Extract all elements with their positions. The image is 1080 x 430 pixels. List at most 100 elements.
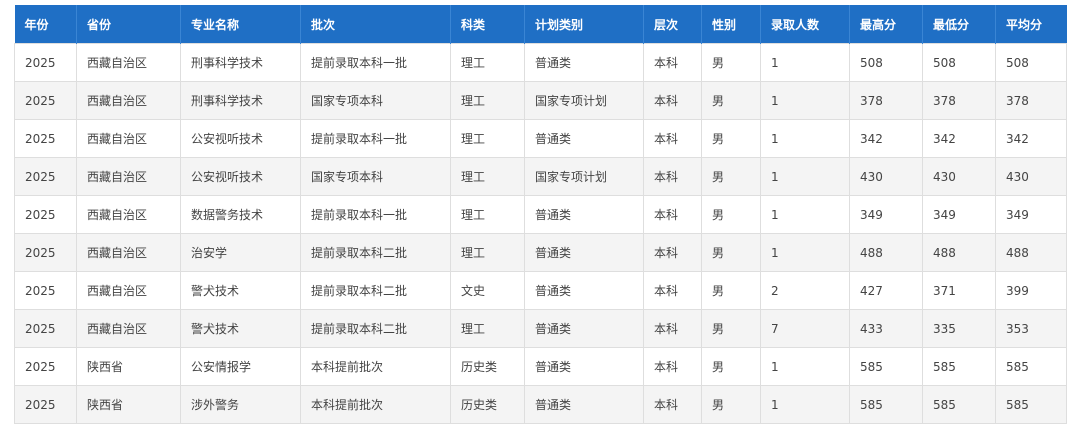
cell-level: 本科	[643, 119, 702, 158]
cell-min-score: 349	[922, 195, 996, 234]
cell-min-score: 342	[922, 119, 996, 158]
cell-level: 本科	[643, 271, 702, 310]
cell-level: 本科	[643, 157, 702, 196]
table-row: 2025 西藏自治区 警犬技术 提前录取本科二批 理工 普通类 本科男 7 433 335 353	[14, 309, 1067, 348]
cell-plan-type: 普通类	[524, 119, 644, 158]
cell-level: 本科	[643, 43, 702, 82]
cell-province: 西藏自治区	[76, 195, 181, 234]
cell-batch: 本科提前批次	[300, 385, 451, 424]
cell-subject-category: 理工	[450, 81, 525, 120]
cell-province: 西藏自治区	[76, 233, 181, 272]
cell-plan-type: 普通类	[524, 385, 644, 424]
cell-gender: 男	[701, 195, 761, 234]
cell-province: 西藏自治区	[76, 81, 181, 120]
cell-avg-score: 353	[995, 309, 1067, 348]
cell-gender: 男	[701, 43, 761, 82]
cell-level: 本科	[643, 309, 702, 348]
cell-batch: 提前录取本科一批	[300, 43, 451, 82]
cell-admitted-count: 1	[760, 157, 850, 196]
header-plan-type[interactable]: 计划类别	[524, 5, 644, 44]
cell-max-score: 585	[849, 385, 923, 424]
cell-year: 2025	[14, 43, 77, 82]
cell-year: 2025	[14, 309, 77, 348]
cell-major: 警犬技术	[180, 271, 301, 310]
cell-level: 本科	[643, 347, 702, 386]
cell-admitted-count: 1	[760, 119, 850, 158]
cell-level: 本科	[643, 233, 702, 272]
cell-year: 2025	[14, 233, 77, 272]
header-batch[interactable]: 批次	[300, 5, 451, 44]
cell-subject-category: 历史类	[450, 347, 525, 386]
cell-max-score: 378	[849, 81, 923, 120]
header-major[interactable]: 专业名称	[180, 5, 301, 44]
cell-year: 2025	[14, 157, 77, 196]
table-row: 2025 西藏自治区 刑事科学技术 国家专项本科 理工 国家专项计划 本科男 1 378 378 3…	[14, 81, 1067, 120]
cell-gender: 男	[701, 271, 761, 310]
header-year[interactable]: 年份	[14, 5, 77, 44]
cell-avg-score: 342	[995, 119, 1067, 158]
cell-plan-type: 普通类	[524, 309, 644, 348]
cell-subject-category: 理工	[450, 233, 525, 272]
cell-avg-score: 430	[995, 157, 1067, 196]
cell-min-score: 488	[922, 233, 996, 272]
cell-max-score: 585	[849, 347, 923, 386]
cell-major: 刑事科学技术	[180, 81, 301, 120]
cell-year: 2025	[14, 347, 77, 386]
cell-year: 2025	[14, 195, 77, 234]
cell-admitted-count: 1	[760, 347, 850, 386]
cell-major: 警犬技术	[180, 309, 301, 348]
cell-level: 本科	[643, 81, 702, 120]
cell-subject-category: 理工	[450, 195, 525, 234]
header-gender[interactable]: 性别	[701, 5, 761, 44]
cell-gender: 男	[701, 309, 761, 348]
cell-province: 西藏自治区	[76, 119, 181, 158]
cell-max-score: 508	[849, 43, 923, 82]
cell-batch: 本科提前批次	[300, 347, 451, 386]
cell-batch: 国家专项本科	[300, 81, 451, 120]
table-row: 2025 陕西省 涉外警务 本科提前批次 历史类 普通类 本科男 1 585 585 585	[14, 385, 1067, 424]
cell-max-score: 488	[849, 233, 923, 272]
header-avg-score[interactable]: 平均分	[996, 5, 1067, 44]
cell-max-score: 342	[849, 119, 923, 158]
cell-gender: 男	[701, 385, 761, 424]
table-header: 年份 省份 专业名称 批次 科类 计划类别 层次 性别 录取人数 最高分 最低分…	[14, 5, 1067, 44]
cell-avg-score: 585	[995, 347, 1067, 386]
cell-avg-score: 508	[995, 43, 1067, 82]
header-subject-category[interactable]: 科类	[450, 5, 525, 44]
cell-plan-type: 普通类	[524, 195, 644, 234]
cell-province: 西藏自治区	[76, 309, 181, 348]
cell-gender: 男	[701, 119, 761, 158]
cell-min-score: 585	[922, 385, 996, 424]
cell-avg-score: 585	[995, 385, 1067, 424]
cell-gender: 男	[701, 233, 761, 272]
table-row: 2025 西藏自治区 刑事科学技术 提前录取本科一批 理工 普通类 本科男 1 508 508 50…	[14, 43, 1067, 82]
cell-plan-type: 普通类	[524, 347, 644, 386]
cell-subject-category: 理工	[450, 43, 525, 82]
cell-year: 2025	[14, 385, 77, 424]
cell-admitted-count: 1	[760, 385, 850, 424]
admission-scores-table: 年份 省份 专业名称 批次 科类 计划类别 层次 性别 录取人数 最高分 最低分…	[14, 5, 1067, 424]
header-max-score[interactable]: 最高分	[849, 5, 923, 44]
cell-province: 陕西省	[76, 347, 181, 386]
cell-province: 西藏自治区	[76, 157, 181, 196]
table-row: 2025 西藏自治区 公安视听技术 提前录取本科一批 理工 普通类 本科男 1 342 342 34…	[14, 119, 1067, 158]
cell-admitted-count: 1	[760, 43, 850, 82]
header-province[interactable]: 省份	[76, 5, 181, 44]
cell-avg-score: 399	[995, 271, 1067, 310]
cell-gender: 男	[701, 347, 761, 386]
header-admitted-count[interactable]: 录取人数	[760, 5, 850, 44]
cell-admitted-count: 7	[760, 309, 850, 348]
cell-min-score: 335	[922, 309, 996, 348]
cell-plan-type: 普通类	[524, 233, 644, 272]
header-row: 年份 省份 专业名称 批次 科类 计划类别 层次 性别 录取人数 最高分 最低分…	[14, 5, 1067, 44]
header-min-score[interactable]: 最低分	[922, 5, 996, 44]
cell-major: 公安视听技术	[180, 157, 301, 196]
cell-province: 西藏自治区	[76, 271, 181, 310]
cell-gender: 男	[701, 157, 761, 196]
cell-avg-score: 378	[995, 81, 1067, 120]
cell-province: 陕西省	[76, 385, 181, 424]
header-level[interactable]: 层次	[643, 5, 702, 44]
cell-major: 治安学	[180, 233, 301, 272]
cell-max-score: 430	[849, 157, 923, 196]
cell-admitted-count: 2	[760, 271, 850, 310]
